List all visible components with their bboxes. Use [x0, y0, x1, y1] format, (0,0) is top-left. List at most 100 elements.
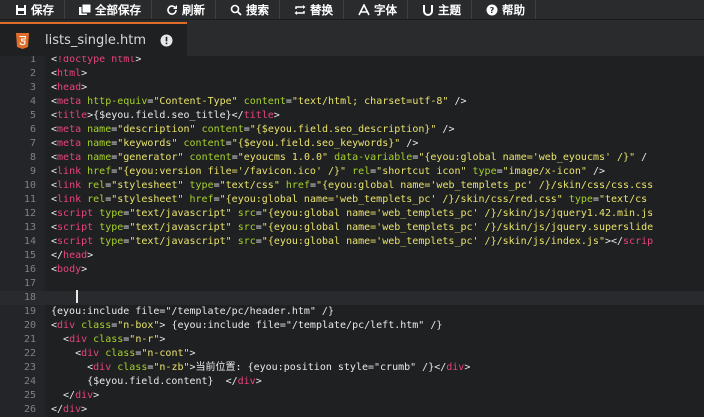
code-token: > [81, 82, 88, 93]
code-token: div [75, 390, 94, 401]
code-token: name [87, 152, 112, 163]
code-token: type [99, 208, 124, 219]
code-editor[interactable]: 1 <!doctype html> 2 <html> 3 <head> 4 <meta htt… [0, 56, 704, 417]
code-token: /> [448, 96, 467, 107]
code-text: <div class="n-zb">当前位置: {eyou:position s… [51, 361, 470, 375]
code-line: 21 <div class="n-r"> [0, 333, 704, 347]
unsaved-alert-icon[interactable] [160, 34, 173, 47]
code-token: class [93, 334, 124, 345]
code-token: type [99, 222, 124, 233]
code-line: 26 </div> [0, 403, 704, 417]
code-token: /> [436, 124, 455, 135]
font-button[interactable]: 字体 [344, 0, 408, 19]
svg-text:?: ? [490, 6, 495, 15]
code-text: <body> [51, 263, 87, 277]
code-token: "n-box" [117, 320, 160, 331]
code-token: title [57, 110, 88, 121]
line-number: 5 [29, 110, 36, 121]
code-text: </div> [51, 389, 99, 403]
line-number: 12 [23, 208, 36, 219]
code-token: title [243, 110, 274, 121]
code-token: < [51, 362, 94, 373]
save-all-button[interactable]: 全部保存 [65, 0, 152, 19]
code-token: > {eyou:include file="/template/pc/left.… [159, 320, 443, 331]
code-text: {eyou:include file="/template/pc/header.… [51, 305, 334, 319]
code-token: script [57, 222, 100, 233]
code-token: "stylesheet" [111, 180, 184, 191]
code-line: 4 <meta http-equiv="Content-Type" content… [0, 95, 704, 109]
help-icon: ? [486, 4, 498, 15]
refresh-button[interactable]: 刷新 [152, 0, 216, 19]
code-text: <div class="n-r"> [51, 333, 165, 347]
code-text: <head> [51, 81, 87, 95]
code-token: "{$eyou.field.seo_description}" [249, 124, 437, 135]
code-token: /> [586, 166, 605, 177]
text-cursor [76, 290, 78, 303]
code-token: html [57, 68, 82, 79]
code-token: div [446, 362, 465, 373]
code-line: 18 [0, 291, 704, 305]
theme-label: 主题 [438, 2, 461, 17]
code-token: "{eyou:global name='web_templets_pc' /}/… [316, 180, 654, 191]
code-token: div [81, 348, 106, 359]
code-token: head [63, 250, 88, 261]
code-text: <link href="{eyou:version file='/favicon… [51, 165, 605, 179]
tab-lists-single[interactable]: lists_single.htm [0, 22, 187, 57]
code-token: "text/javascript" [129, 208, 232, 219]
code-token: "{eyou:global name='web_templets_pc' /}/… [261, 236, 605, 247]
code-token: class [105, 348, 136, 359]
replace-icon [294, 4, 306, 15]
code-token: "text/css" [219, 180, 280, 191]
help-button[interactable]: ? 帮助 [472, 0, 536, 19]
line-number: 24 [23, 376, 36, 387]
search-button[interactable]: 搜索 [216, 0, 280, 19]
refresh-icon [167, 4, 177, 15]
code-token: "n-cont" [141, 348, 190, 359]
code-text: <meta name="description" content="{$eyou… [51, 123, 454, 137]
theme-button[interactable]: 主题 [408, 0, 472, 19]
tab-bar: lists_single.htm [0, 19, 704, 57]
code-token: >{$eyou.field.seo_title}</ [87, 110, 244, 121]
code-token: type [99, 236, 124, 247]
code-token: src [237, 222, 256, 233]
replace-label: 替换 [310, 2, 333, 17]
code-token: < [51, 348, 82, 359]
code-token: "text/html; charset=utf-8" [291, 96, 449, 107]
code-token: > [273, 110, 280, 121]
code-token: </ [51, 250, 64, 261]
code-token: meta [57, 152, 88, 163]
replace-button[interactable]: 替换 [280, 0, 344, 19]
code-token: "description" [117, 124, 196, 135]
code-line: 16 <body> [0, 263, 704, 277]
line-number: 19 [23, 306, 36, 317]
code-line: 24 {$eyou.field.content} </div> [0, 375, 704, 389]
code-token: {eyou:include file="/template/pc/header.… [51, 306, 334, 317]
code-token: body [57, 264, 82, 275]
line-number: 22 [23, 348, 36, 359]
code-text: <div class="n-box"> {eyou:include file="… [51, 319, 442, 333]
save-icon [16, 4, 26, 15]
code-text: <link rel="stylesheet" href="{eyou:globa… [51, 193, 647, 207]
code-text: <script type="text/javascript" src="{eyo… [51, 221, 653, 235]
code-token: > [135, 56, 142, 65]
line-number: 6 [29, 124, 36, 135]
code-token: content [243, 96, 286, 107]
code-line: 25 </div> [0, 389, 704, 403]
code-token: "{eyou:global name='web_templets_pc' /}/… [261, 222, 654, 233]
code-text: <meta http-equiv="Content-Type" content=… [51, 95, 467, 109]
code-token: > [81, 68, 88, 79]
search-label: 搜索 [246, 2, 269, 17]
code-token: "image/x-icon" [502, 166, 587, 177]
code-token: {$eyou.field.content} </ [51, 376, 238, 387]
code-text: <meta name="keywords" content="{$eyou.fi… [51, 137, 418, 151]
code-text: {$eyou.field.content} </div> [51, 375, 262, 389]
code-token: div [237, 376, 256, 387]
line-number: 3 [29, 82, 36, 93]
code-token: href [189, 194, 214, 205]
html5-file-icon [16, 33, 29, 49]
code-line: 6 <meta name="description" content="{$eyo… [0, 123, 704, 137]
code-token: > [81, 264, 88, 275]
code-token: link [57, 180, 88, 191]
code-token: "{$eyou.field.seo_keywords}" [231, 138, 401, 149]
save-button[interactable]: 保存 [0, 0, 65, 19]
